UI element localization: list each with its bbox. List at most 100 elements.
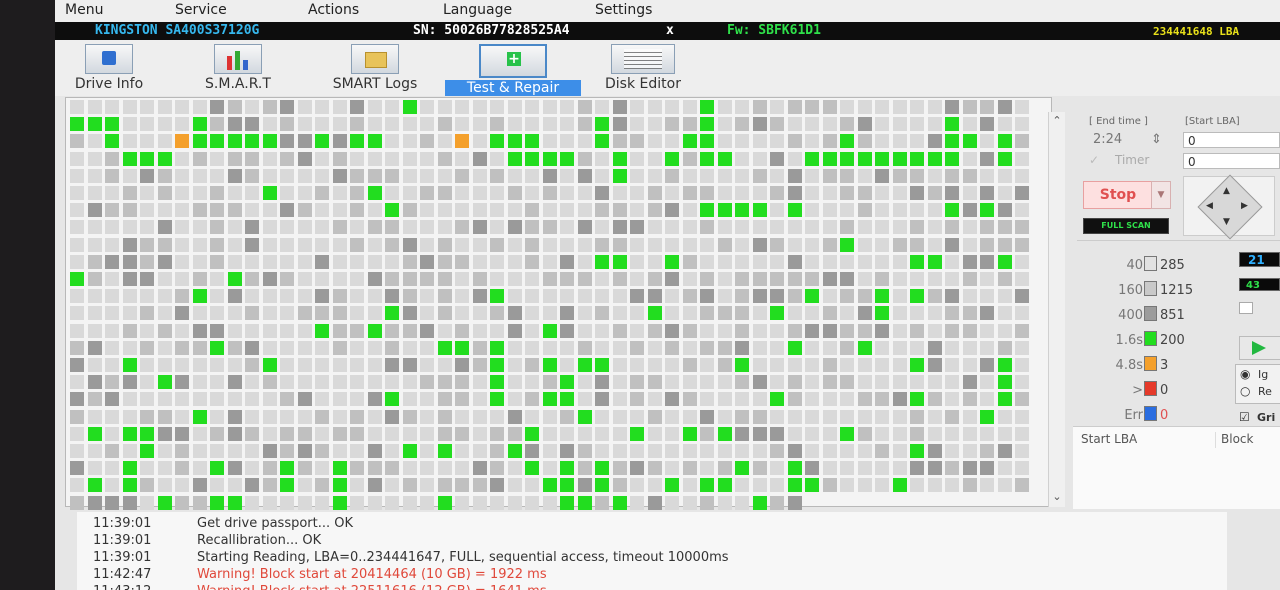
scan-block — [647, 444, 662, 458]
scan-block — [402, 272, 417, 286]
radio-remap[interactable]: ○ — [1240, 384, 1250, 398]
scan-block — [682, 134, 697, 149]
scan-block — [752, 272, 767, 286]
scan-block — [770, 306, 784, 321]
radio-ignore[interactable]: ◉ — [1240, 367, 1250, 381]
scan-block — [297, 117, 312, 132]
scan-block — [210, 461, 224, 476]
scan-block — [332, 306, 347, 321]
scan-block — [630, 426, 644, 441]
scan-block — [227, 444, 242, 458]
option-checkbox[interactable] — [1239, 302, 1253, 314]
scan-map-scrollbar[interactable]: ⌃ ⌄ — [1048, 112, 1065, 507]
tab-smart[interactable]: S.M.A.R.T — [183, 44, 293, 92]
grid-checkbox[interactable]: ☑ — [1239, 410, 1250, 424]
scan-block — [245, 289, 259, 304]
close-drive-icon[interactable]: x — [666, 23, 674, 38]
scan-block — [805, 134, 819, 149]
scan-block — [910, 168, 924, 183]
scan-block — [647, 117, 662, 132]
col-start-lba[interactable]: Start LBA — [1081, 432, 1137, 446]
arrow-down-icon[interactable]: ▼ — [1223, 217, 1230, 227]
event-log[interactable]: 11:39:01 Get drive passport... OK 11:39:01… — [77, 512, 1227, 590]
tab-drive-info[interactable]: Drive Info — [65, 44, 153, 92]
scan-block — [892, 237, 907, 252]
scan-block — [822, 426, 837, 441]
arrow-left-icon[interactable]: ◀ — [1206, 201, 1213, 211]
scan-block — [787, 254, 802, 269]
scan-block — [525, 134, 539, 149]
tab-disk-editor-label: Disk Editor — [605, 76, 681, 92]
legend-swatch — [1144, 381, 1157, 396]
menu-item-language[interactable]: Language — [443, 2, 512, 18]
menu-item-menu[interactable]: Menu — [65, 2, 103, 18]
scan-block — [735, 100, 749, 114]
scan-block — [840, 392, 854, 407]
menu-item-settings[interactable]: Settings — [595, 2, 652, 18]
tab-smart-logs[interactable]: SMART Logs — [317, 44, 433, 92]
scan-block — [927, 375, 942, 390]
menu-item-actions[interactable]: Actions — [308, 2, 359, 18]
start-lba-input[interactable]: 0 — [1183, 132, 1280, 148]
scan-block — [157, 340, 172, 355]
scroll-up-icon[interactable]: ⌃ — [1049, 114, 1065, 127]
scan-block — [315, 272, 329, 286]
bad-blocks-table[interactable]: Start LBA Block — [1073, 426, 1280, 509]
tab-disk-editor[interactable]: Disk Editor — [595, 44, 691, 92]
scan-block — [385, 375, 399, 390]
scan-block — [910, 340, 924, 355]
scan-map[interactable] — [65, 97, 1052, 510]
scan-block — [332, 392, 347, 407]
scan-block — [875, 409, 889, 424]
scan-block — [665, 117, 679, 132]
arrow-right-icon[interactable]: ▶ — [1241, 201, 1248, 211]
scan-block — [175, 495, 189, 510]
toolbar: Drive Info S.M.A.R.T SMART Logs + Test &… — [55, 40, 1280, 96]
scan-block — [455, 306, 469, 321]
scan-block — [472, 306, 487, 321]
time-spinner-icon[interactable]: ⇕ — [1151, 132, 1162, 148]
scan-block — [997, 220, 1012, 235]
scan-block — [175, 375, 189, 390]
scan-block — [105, 392, 119, 407]
scan-block — [385, 358, 399, 372]
col-block[interactable]: Block — [1221, 432, 1253, 446]
scan-block — [472, 323, 487, 338]
scan-block — [910, 272, 924, 286]
scan-block — [892, 100, 907, 114]
tab-test-repair[interactable]: + Test & Repair — [445, 44, 581, 96]
scan-block — [735, 461, 749, 476]
scan-block — [70, 186, 84, 200]
scan-block — [122, 323, 137, 338]
scan-block — [70, 306, 84, 321]
timer-input[interactable]: 0 — [1183, 153, 1280, 169]
drive-model[interactable]: KINGSTON SA400S37120G — [95, 23, 259, 38]
scan-block — [892, 117, 907, 132]
scan-block — [910, 358, 924, 372]
scan-block — [192, 100, 207, 114]
scan-block — [682, 495, 697, 510]
scan-block — [385, 426, 399, 441]
grid-checkbox-label: Gri — [1257, 411, 1276, 424]
scan-block — [367, 186, 382, 200]
scan-block — [490, 186, 504, 200]
play-button[interactable] — [1239, 336, 1280, 360]
menu-item-service[interactable]: Service — [175, 2, 227, 18]
arrow-up-icon[interactable]: ▲ — [1223, 186, 1230, 196]
scroll-down-icon[interactable]: ⌄ — [1049, 490, 1065, 503]
scan-block — [420, 186, 434, 200]
scan-block — [612, 220, 627, 235]
stop-dropdown-icon[interactable]: ▼ — [1151, 181, 1171, 209]
direction-pad[interactable]: ▲ ▼ ◀ ▶ — [1183, 174, 1275, 240]
scan-block — [542, 323, 557, 338]
scan-block — [822, 289, 837, 304]
stop-button[interactable]: Stop — [1083, 181, 1153, 209]
end-time-input[interactable]: 2:24 ⇕ — [1089, 132, 1169, 148]
scan-block — [507, 478, 522, 493]
timer-checkbox[interactable]: ✓ — [1089, 153, 1099, 167]
scan-mode-badge: FULL SCAN — [1083, 218, 1169, 234]
scan-block — [630, 289, 644, 304]
scan-block — [192, 409, 207, 424]
scan-block — [892, 186, 907, 200]
scan-block — [437, 186, 452, 200]
